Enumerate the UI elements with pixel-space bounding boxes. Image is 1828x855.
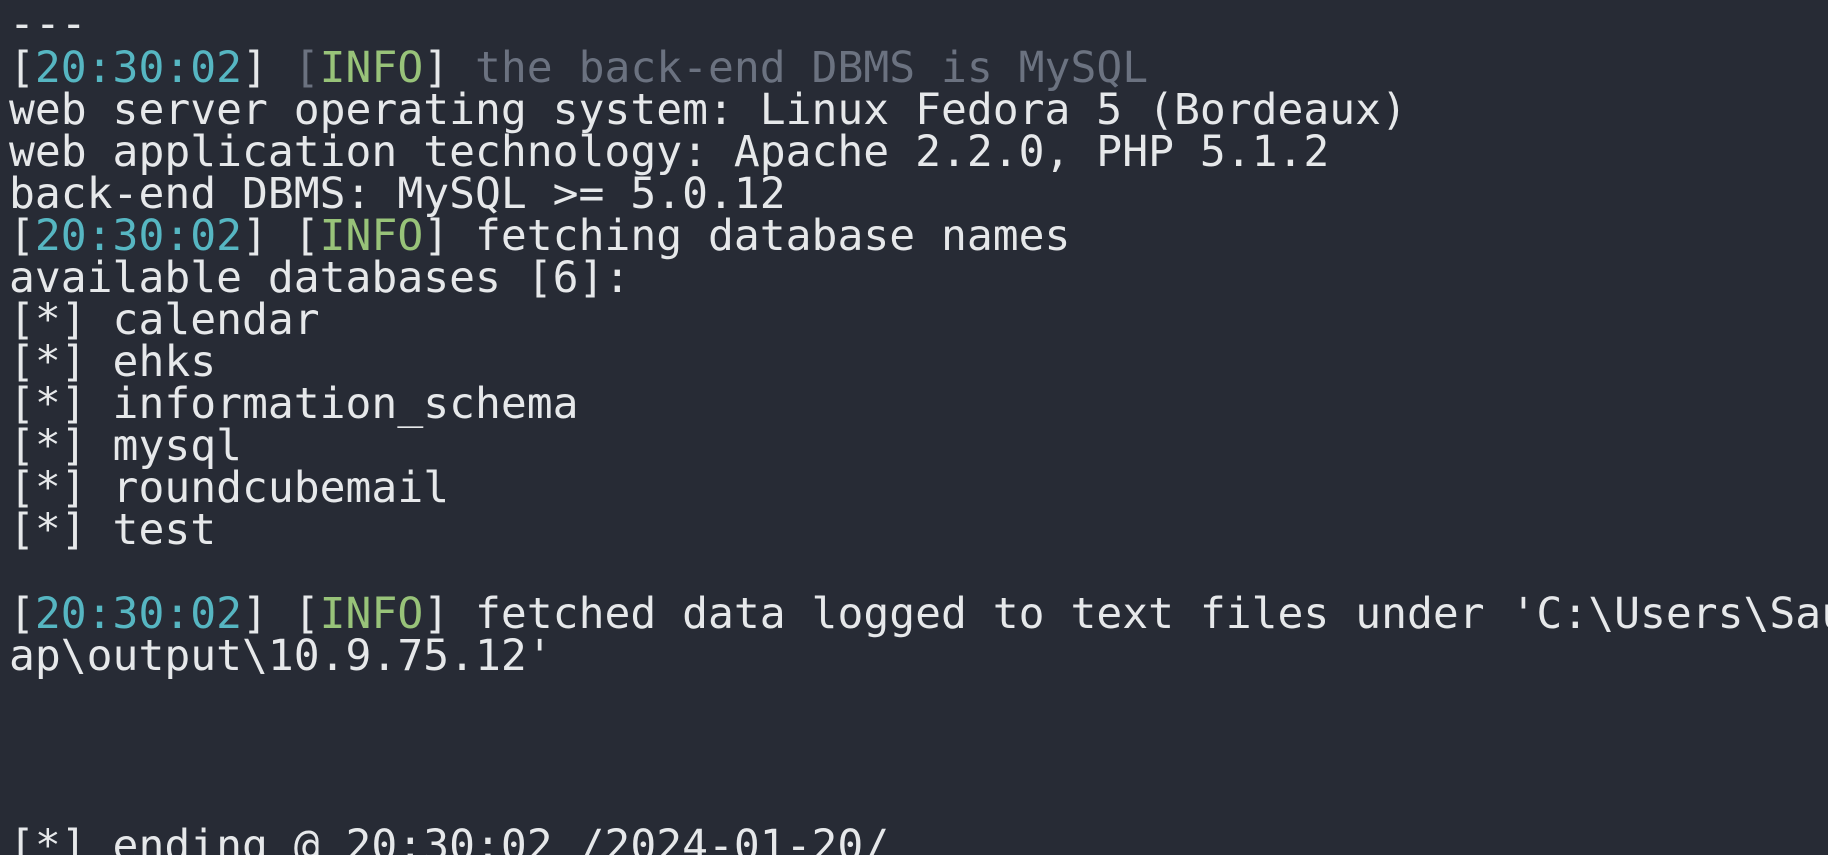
terminal-window[interactable]: --- --- [20:30:02] [INFO] the back-end D… — [0, 0, 1828, 855]
database-list-item: [*] test — [9, 505, 217, 555]
terminal-line-partial-bottom: [*] ending @ 20:30:02 /2024-01-20/ — [9, 821, 890, 855]
terminal-line-separator: --- — [9, 0, 87, 49]
log-message: fetched data logged to text files under … — [449, 589, 1828, 639]
output-path-continuation: ap\output\10.9.75.12' — [9, 631, 553, 681]
